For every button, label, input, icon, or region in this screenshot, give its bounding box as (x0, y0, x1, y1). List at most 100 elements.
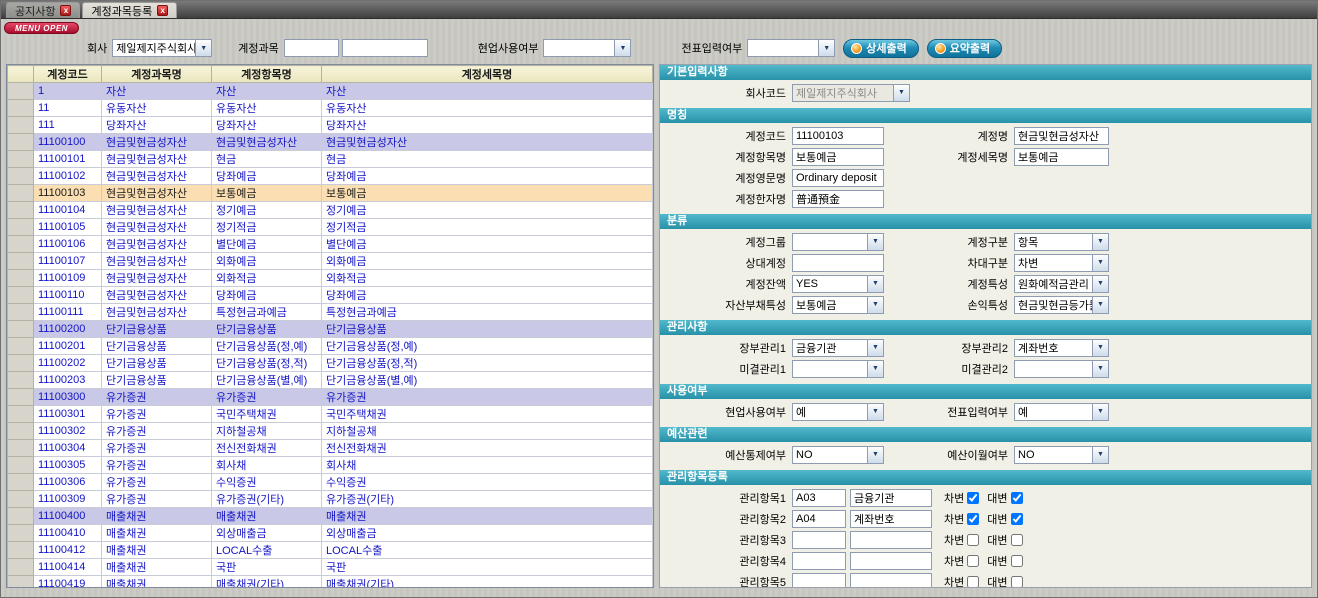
form-select[interactable]: 예▼ (792, 403, 884, 421)
debit-checkbox[interactable] (967, 513, 979, 525)
tab-notice[interactable]: 공지사항 x (6, 2, 80, 18)
table-row[interactable]: 11100300유가증권유가증권유가증권 (8, 389, 653, 406)
table-row[interactable]: 11100301유가증권국민주택채권국민주택채권 (8, 406, 653, 423)
table-row[interactable]: 11100203단기금융상품단기금융상품(별,예)단기금융상품(별,예) (8, 372, 653, 389)
table-row[interactable]: 11100200단기금융상품단기금융상품단기금융상품 (8, 321, 653, 338)
col-header-item[interactable]: 계정항목명 (212, 66, 322, 83)
form-input[interactable] (792, 190, 884, 208)
credit-checkbox[interactable] (1011, 492, 1023, 504)
mgmt-name-input[interactable] (850, 552, 932, 570)
table-row[interactable]: 11100412매출채권LOCAL수출LOCAL수출 (8, 542, 653, 559)
table-row[interactable]: 11유동자산유동자산유동자산 (8, 100, 653, 117)
form-input[interactable] (1014, 127, 1109, 145)
table-row[interactable]: 11100110현금및현금성자산당좌예금당좌예금 (8, 287, 653, 304)
account-name-input[interactable] (342, 39, 428, 57)
col-header-code[interactable]: 계정코드 (34, 66, 102, 83)
table-row[interactable]: 11100400매출채권매출채권매출채권 (8, 508, 653, 525)
form-select[interactable]: NO▼ (792, 446, 884, 464)
form-input[interactable] (792, 169, 884, 187)
section-header: 관리항목등록 (660, 470, 1311, 485)
tab-notice-label: 공지사항 (15, 3, 55, 19)
table-row[interactable]: 11100102현금및현금성자산당좌예금당좌예금 (8, 168, 653, 185)
debit-checkbox[interactable] (967, 576, 979, 588)
col-header-name[interactable]: 계정과목명 (102, 66, 212, 83)
form-input[interactable] (1014, 148, 1109, 166)
form-select[interactable]: NO▼ (1014, 446, 1109, 464)
summary-print-button[interactable]: 요약출력 (927, 39, 1002, 58)
credit-checkbox[interactable] (1011, 576, 1023, 588)
form-select[interactable]: ▼ (792, 360, 884, 378)
table-row[interactable]: 11100104현금및현금성자산정기예금정기예금 (8, 202, 653, 219)
form-select[interactable]: 현금및현금등가물▼ (1014, 296, 1109, 314)
form-field: 계정세목명 (884, 148, 1109, 166)
form-select[interactable]: ▼ (1014, 360, 1109, 378)
table-row[interactable]: 11100100현금및현금성자산현금및현금성자산현금및현금성자산 (8, 134, 653, 151)
menu-open-button[interactable]: MENU OPEN (4, 22, 79, 34)
col-header-detail[interactable]: 계정세목명 (322, 66, 653, 83)
debit-checkbox[interactable] (967, 492, 979, 504)
table-row[interactable]: 11100103현금및현금성자산보통예금보통예금 (8, 185, 653, 202)
cell-detail: 외화예금 (322, 253, 653, 270)
table-row[interactable]: 11100305유가증권회사채회사채 (8, 457, 653, 474)
form-select[interactable]: 계좌번호▼ (1014, 339, 1109, 357)
table-row[interactable]: 11100109현금및현금성자산외화적금외화적금 (8, 270, 653, 287)
field-label: 관리항목5 (660, 574, 792, 589)
close-icon[interactable]: x (157, 5, 168, 16)
form-select[interactable]: 금융기관▼ (792, 339, 884, 357)
mgmt-code-input[interactable] (792, 552, 846, 570)
mgmt-code-input[interactable] (792, 531, 846, 549)
mgmt-name-input[interactable] (850, 510, 932, 528)
mgmt-name-input[interactable] (850, 489, 932, 507)
form-input[interactable] (792, 148, 884, 166)
account-code-input[interactable] (284, 39, 339, 57)
form-row: 자산부채특성보통예금▼손익특성현금및현금등가물▼ (660, 294, 1311, 315)
table-row[interactable]: 11100302유가증권지하철공채지하철공채 (8, 423, 653, 440)
form-field: 계정명 (884, 127, 1109, 145)
form-input[interactable] (792, 127, 884, 145)
cell-code: 11100301 (34, 406, 102, 423)
form-select[interactable]: YES▼ (792, 275, 884, 293)
credit-checkbox[interactable] (1011, 555, 1023, 567)
voucher-select[interactable]: ▼ (747, 39, 835, 57)
form-select[interactable]: 예▼ (1014, 403, 1109, 421)
form-select[interactable]: ▼ (792, 233, 884, 251)
table-row[interactable]: 11100419매출채권매출채권(기타)매출채권(기타) (8, 576, 653, 589)
table-row[interactable]: 11100306유가증권수익증권수익증권 (8, 474, 653, 491)
mgmt-name-input[interactable] (850, 573, 932, 589)
table-row[interactable]: 11100410매출채권외상매출금외상매출금 (8, 525, 653, 542)
table-row[interactable]: 11100105현금및현금성자산정기적금정기적금 (8, 219, 653, 236)
debit-checkbox[interactable] (967, 555, 979, 567)
table-row[interactable]: 11100202단기금융상품단기금융상품(정,적)단기금융상품(정,적) (8, 355, 653, 372)
cell-code: 11100300 (34, 389, 102, 406)
table-row[interactable]: 1자산자산자산 (8, 83, 653, 100)
form-select[interactable]: 원화예적금관리▼ (1014, 275, 1109, 293)
table-row[interactable]: 11100414매출채권국판국판 (8, 559, 653, 576)
table-row[interactable]: 11100107현금및현금성자산외화예금외화예금 (8, 253, 653, 270)
field-use-select[interactable]: ▼ (543, 39, 631, 57)
table-row[interactable]: 11100304유가증권전신전화채권전신전화채권 (8, 440, 653, 457)
form-select[interactable]: 차변▼ (1014, 254, 1109, 272)
tab-account-registration[interactable]: 계정과목등록 x (82, 2, 177, 18)
mgmt-code-input[interactable] (792, 510, 846, 528)
company-select[interactable]: 제일제지주식회사 ▼ (112, 39, 212, 57)
mgmt-name-input[interactable] (850, 531, 932, 549)
debit-checkbox[interactable] (967, 534, 979, 546)
credit-checkbox[interactable] (1011, 534, 1023, 546)
close-icon[interactable]: x (60, 5, 71, 16)
mgmt-code-input[interactable] (792, 573, 846, 589)
table-row[interactable]: 11100201단기금융상품단기금융상품(정,예)단기금융상품(정,예) (8, 338, 653, 355)
table-row[interactable]: 11100106현금및현금성자산별단예금별단예금 (8, 236, 653, 253)
table-row[interactable]: 11100101현금및현금성자산현금현금 (8, 151, 653, 168)
table-row[interactable]: 111당좌자산당좌자산당좌자산 (8, 117, 653, 134)
cell-code: 11100104 (34, 202, 102, 219)
form-select[interactable]: 항목▼ (1014, 233, 1109, 251)
form-select[interactable]: 보통예금▼ (792, 296, 884, 314)
table-row[interactable]: 11100111현금및현금성자산특정현금과예금특정현금과예금 (8, 304, 653, 321)
table-row[interactable]: 11100309유가증권유가증권(기타)유가증권(기타) (8, 491, 653, 508)
detail-print-button[interactable]: 상세출력 (843, 39, 918, 58)
credit-checkbox[interactable] (1011, 513, 1023, 525)
form-select[interactable]: 제일제지주식회사▼ (792, 84, 910, 102)
form-input[interactable] (792, 254, 884, 272)
cell-detail: 매출채권 (322, 508, 653, 525)
mgmt-code-input[interactable] (792, 489, 846, 507)
